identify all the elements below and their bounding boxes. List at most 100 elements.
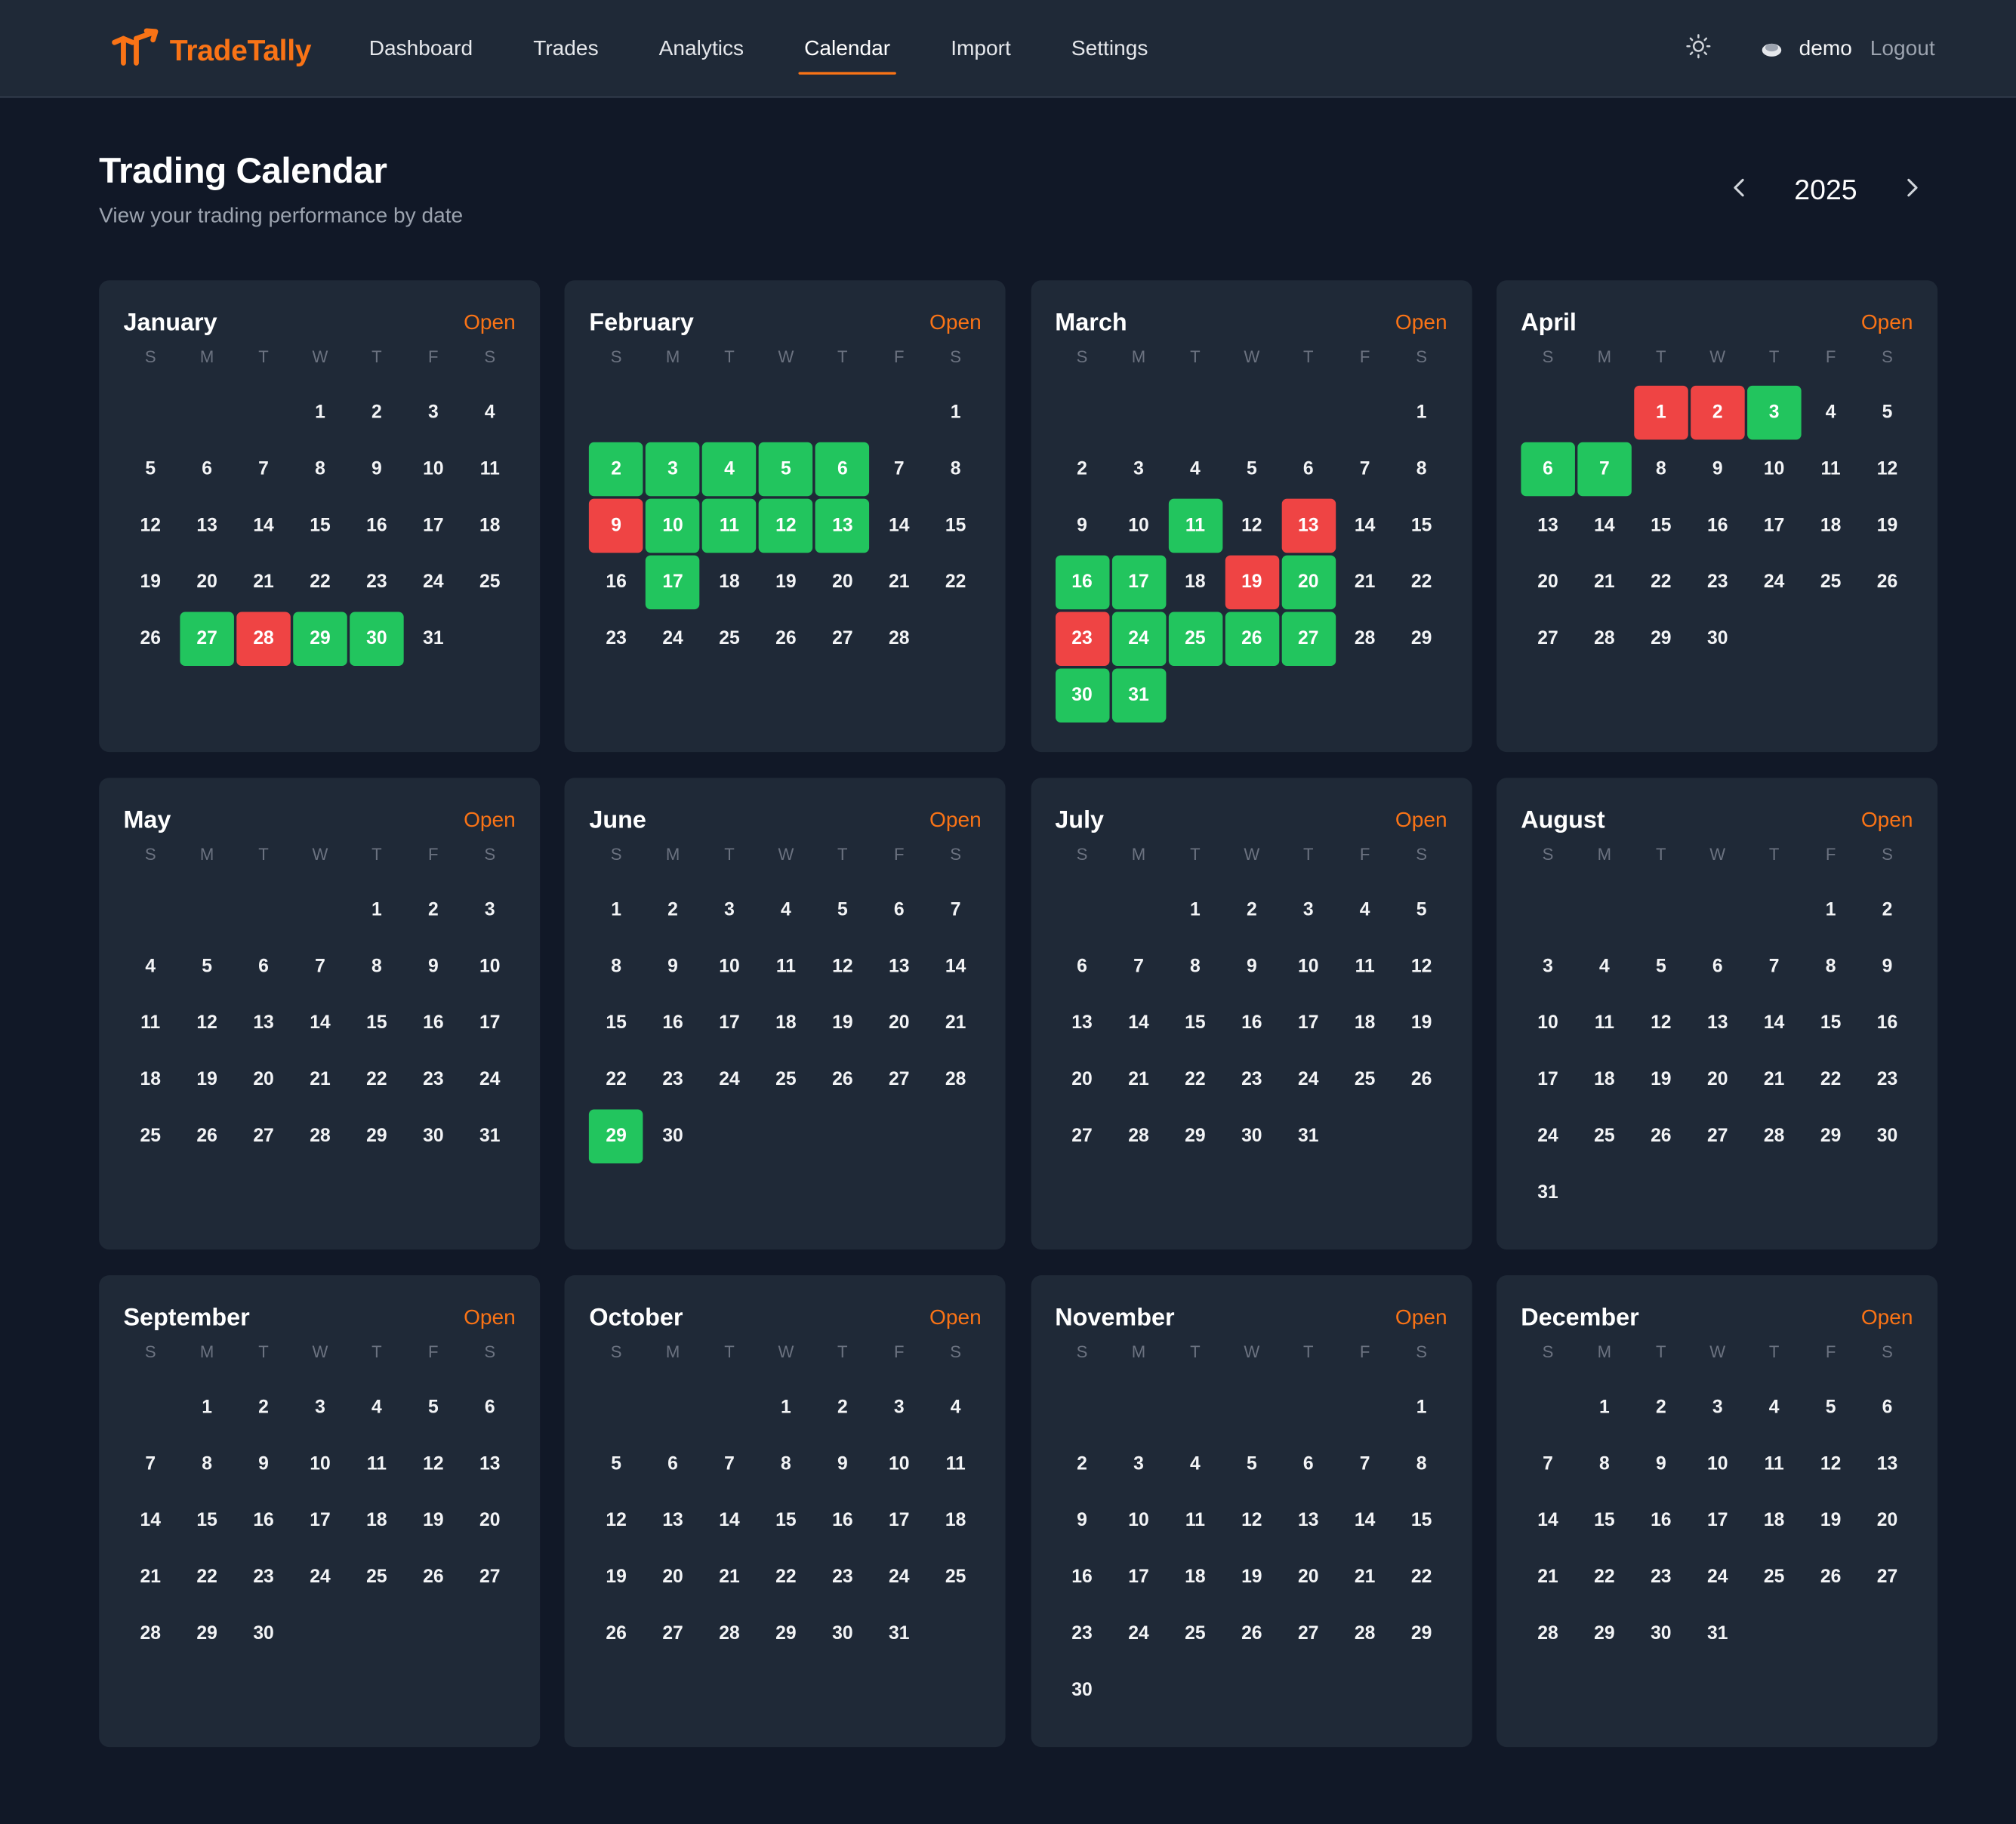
day-cell[interactable]: 21 <box>1111 1053 1166 1108</box>
day-cell[interactable]: 14 <box>872 499 926 553</box>
open-month-link[interactable]: Open <box>1861 809 1913 833</box>
day-cell[interactable]: 10 <box>1111 499 1166 553</box>
day-cell[interactable]: 5 <box>1225 442 1279 497</box>
day-cell[interactable]: 1 <box>1577 1381 1632 1435</box>
day-cell[interactable]: 23 <box>1055 1607 1109 1662</box>
day-cell[interactable]: 7 <box>123 1437 177 1492</box>
day-cell[interactable]: 5 <box>1225 1437 1279 1492</box>
day-cell-profit[interactable]: 4 <box>702 442 757 497</box>
day-cell[interactable]: 13 <box>1281 1494 1336 1548</box>
day-cell[interactable]: 16 <box>236 1494 291 1548</box>
open-month-link[interactable]: Open <box>464 311 516 335</box>
day-cell[interactable]: 21 <box>1338 556 1392 610</box>
day-cell[interactable]: 4 <box>1168 1437 1222 1492</box>
day-cell[interactable]: 24 <box>1281 1053 1336 1108</box>
open-month-link[interactable]: Open <box>1395 311 1447 335</box>
day-cell[interactable]: 3 <box>406 386 461 440</box>
day-cell[interactable]: 7 <box>1521 1437 1575 1492</box>
day-cell[interactable]: 6 <box>1691 940 1745 994</box>
day-cell[interactable]: 14 <box>702 1494 757 1548</box>
day-cell[interactable]: 17 <box>1747 499 1802 553</box>
day-cell[interactable]: 30 <box>1055 1663 1109 1718</box>
day-cell[interactable]: 11 <box>463 442 517 497</box>
day-cell[interactable]: 3 <box>1111 1437 1166 1492</box>
day-cell[interactable]: 15 <box>589 997 643 1051</box>
day-cell[interactable]: 5 <box>123 442 177 497</box>
day-cell[interactable]: 21 <box>123 1551 177 1605</box>
day-cell[interactable]: 9 <box>406 940 461 994</box>
day-cell[interactable]: 25 <box>1577 1110 1632 1164</box>
day-cell[interactable]: 27 <box>463 1551 517 1605</box>
day-cell-profit[interactable]: 12 <box>759 498 813 553</box>
day-cell[interactable]: 30 <box>1860 1110 1915 1164</box>
day-cell[interactable]: 20 <box>1281 1551 1336 1605</box>
day-cell[interactable]: 28 <box>929 1053 983 1108</box>
day-cell[interactable]: 28 <box>1338 612 1392 667</box>
day-cell[interactable]: 15 <box>1168 997 1222 1051</box>
day-cell[interactable]: 20 <box>646 1551 700 1605</box>
day-cell[interactable]: 31 <box>1691 1607 1745 1662</box>
day-cell-profit[interactable]: 29 <box>589 1109 643 1164</box>
day-cell[interactable]: 15 <box>1395 1494 1449 1548</box>
day-cell[interactable]: 12 <box>1395 940 1449 994</box>
day-cell[interactable]: 26 <box>1634 1110 1688 1164</box>
day-cell-profit[interactable]: 10 <box>646 498 700 553</box>
day-cell-profit[interactable]: 3 <box>1746 385 1802 440</box>
day-cell[interactable]: 29 <box>1395 612 1449 667</box>
day-cell[interactable]: 8 <box>1804 940 1858 994</box>
day-cell[interactable]: 25 <box>1747 1551 1802 1605</box>
day-cell[interactable]: 8 <box>1395 1437 1449 1492</box>
day-cell[interactable]: 18 <box>123 1053 177 1108</box>
day-cell[interactable]: 10 <box>1747 442 1802 497</box>
day-cell[interactable]: 13 <box>180 499 234 553</box>
day-cell[interactable]: 6 <box>1281 442 1336 497</box>
day-cell-loss[interactable]: 23 <box>1055 612 1109 667</box>
day-cell[interactable]: 4 <box>350 1381 404 1435</box>
day-cell[interactable]: 6 <box>463 1381 517 1435</box>
day-cell[interactable]: 20 <box>1055 1053 1109 1108</box>
day-cell[interactable]: 27 <box>1860 1551 1915 1605</box>
day-cell[interactable]: 8 <box>929 442 983 497</box>
day-cell[interactable]: 4 <box>929 1381 983 1435</box>
day-cell[interactable]: 25 <box>1804 556 1858 610</box>
day-cell-profit[interactable]: 29 <box>293 612 347 667</box>
day-cell[interactable]: 9 <box>1225 940 1279 994</box>
day-cell[interactable]: 11 <box>123 997 177 1051</box>
day-cell[interactable]: 18 <box>1804 499 1858 553</box>
day-cell[interactable]: 9 <box>1691 442 1745 497</box>
day-cell[interactable]: 10 <box>872 1437 926 1492</box>
day-cell[interactable]: 16 <box>1634 1494 1688 1548</box>
day-cell[interactable]: 30 <box>406 1110 461 1164</box>
brand-logo[interactable]: TradeTally <box>110 27 312 72</box>
day-cell[interactable]: 20 <box>815 556 870 610</box>
day-cell-profit[interactable]: 2 <box>589 442 643 497</box>
day-cell[interactable]: 17 <box>1281 997 1336 1051</box>
day-cell[interactable]: 25 <box>929 1551 983 1605</box>
day-cell-profit[interactable]: 26 <box>1225 612 1279 667</box>
day-cell[interactable]: 26 <box>1804 1551 1858 1605</box>
day-cell[interactable]: 24 <box>1691 1551 1745 1605</box>
day-cell[interactable]: 25 <box>463 556 517 610</box>
day-cell[interactable]: 22 <box>589 1053 643 1108</box>
day-cell[interactable]: 18 <box>1168 556 1222 610</box>
day-cell[interactable]: 11 <box>1747 1437 1802 1492</box>
day-cell[interactable]: 24 <box>1111 1607 1166 1662</box>
open-month-link[interactable]: Open <box>1861 311 1913 335</box>
day-cell[interactable]: 17 <box>1521 1053 1575 1108</box>
day-cell-profit[interactable]: 31 <box>1111 668 1166 723</box>
day-cell[interactable]: 16 <box>815 1494 870 1548</box>
day-cell[interactable]: 18 <box>350 1494 404 1548</box>
day-cell[interactable]: 16 <box>406 997 461 1051</box>
day-cell[interactable]: 8 <box>350 940 404 994</box>
day-cell[interactable]: 5 <box>589 1437 643 1492</box>
day-cell[interactable]: 25 <box>350 1551 404 1605</box>
day-cell[interactable]: 19 <box>1225 1551 1279 1605</box>
day-cell[interactable]: 5 <box>406 1381 461 1435</box>
day-cell-profit[interactable]: 5 <box>759 442 813 497</box>
day-cell[interactable]: 4 <box>1577 940 1632 994</box>
day-cell[interactable]: 15 <box>1804 997 1858 1051</box>
day-cell[interactable]: 18 <box>463 499 517 553</box>
day-cell-profit[interactable]: 3 <box>646 442 700 497</box>
day-cell[interactable]: 6 <box>1860 1381 1915 1435</box>
day-cell[interactable]: 11 <box>1168 1494 1222 1548</box>
